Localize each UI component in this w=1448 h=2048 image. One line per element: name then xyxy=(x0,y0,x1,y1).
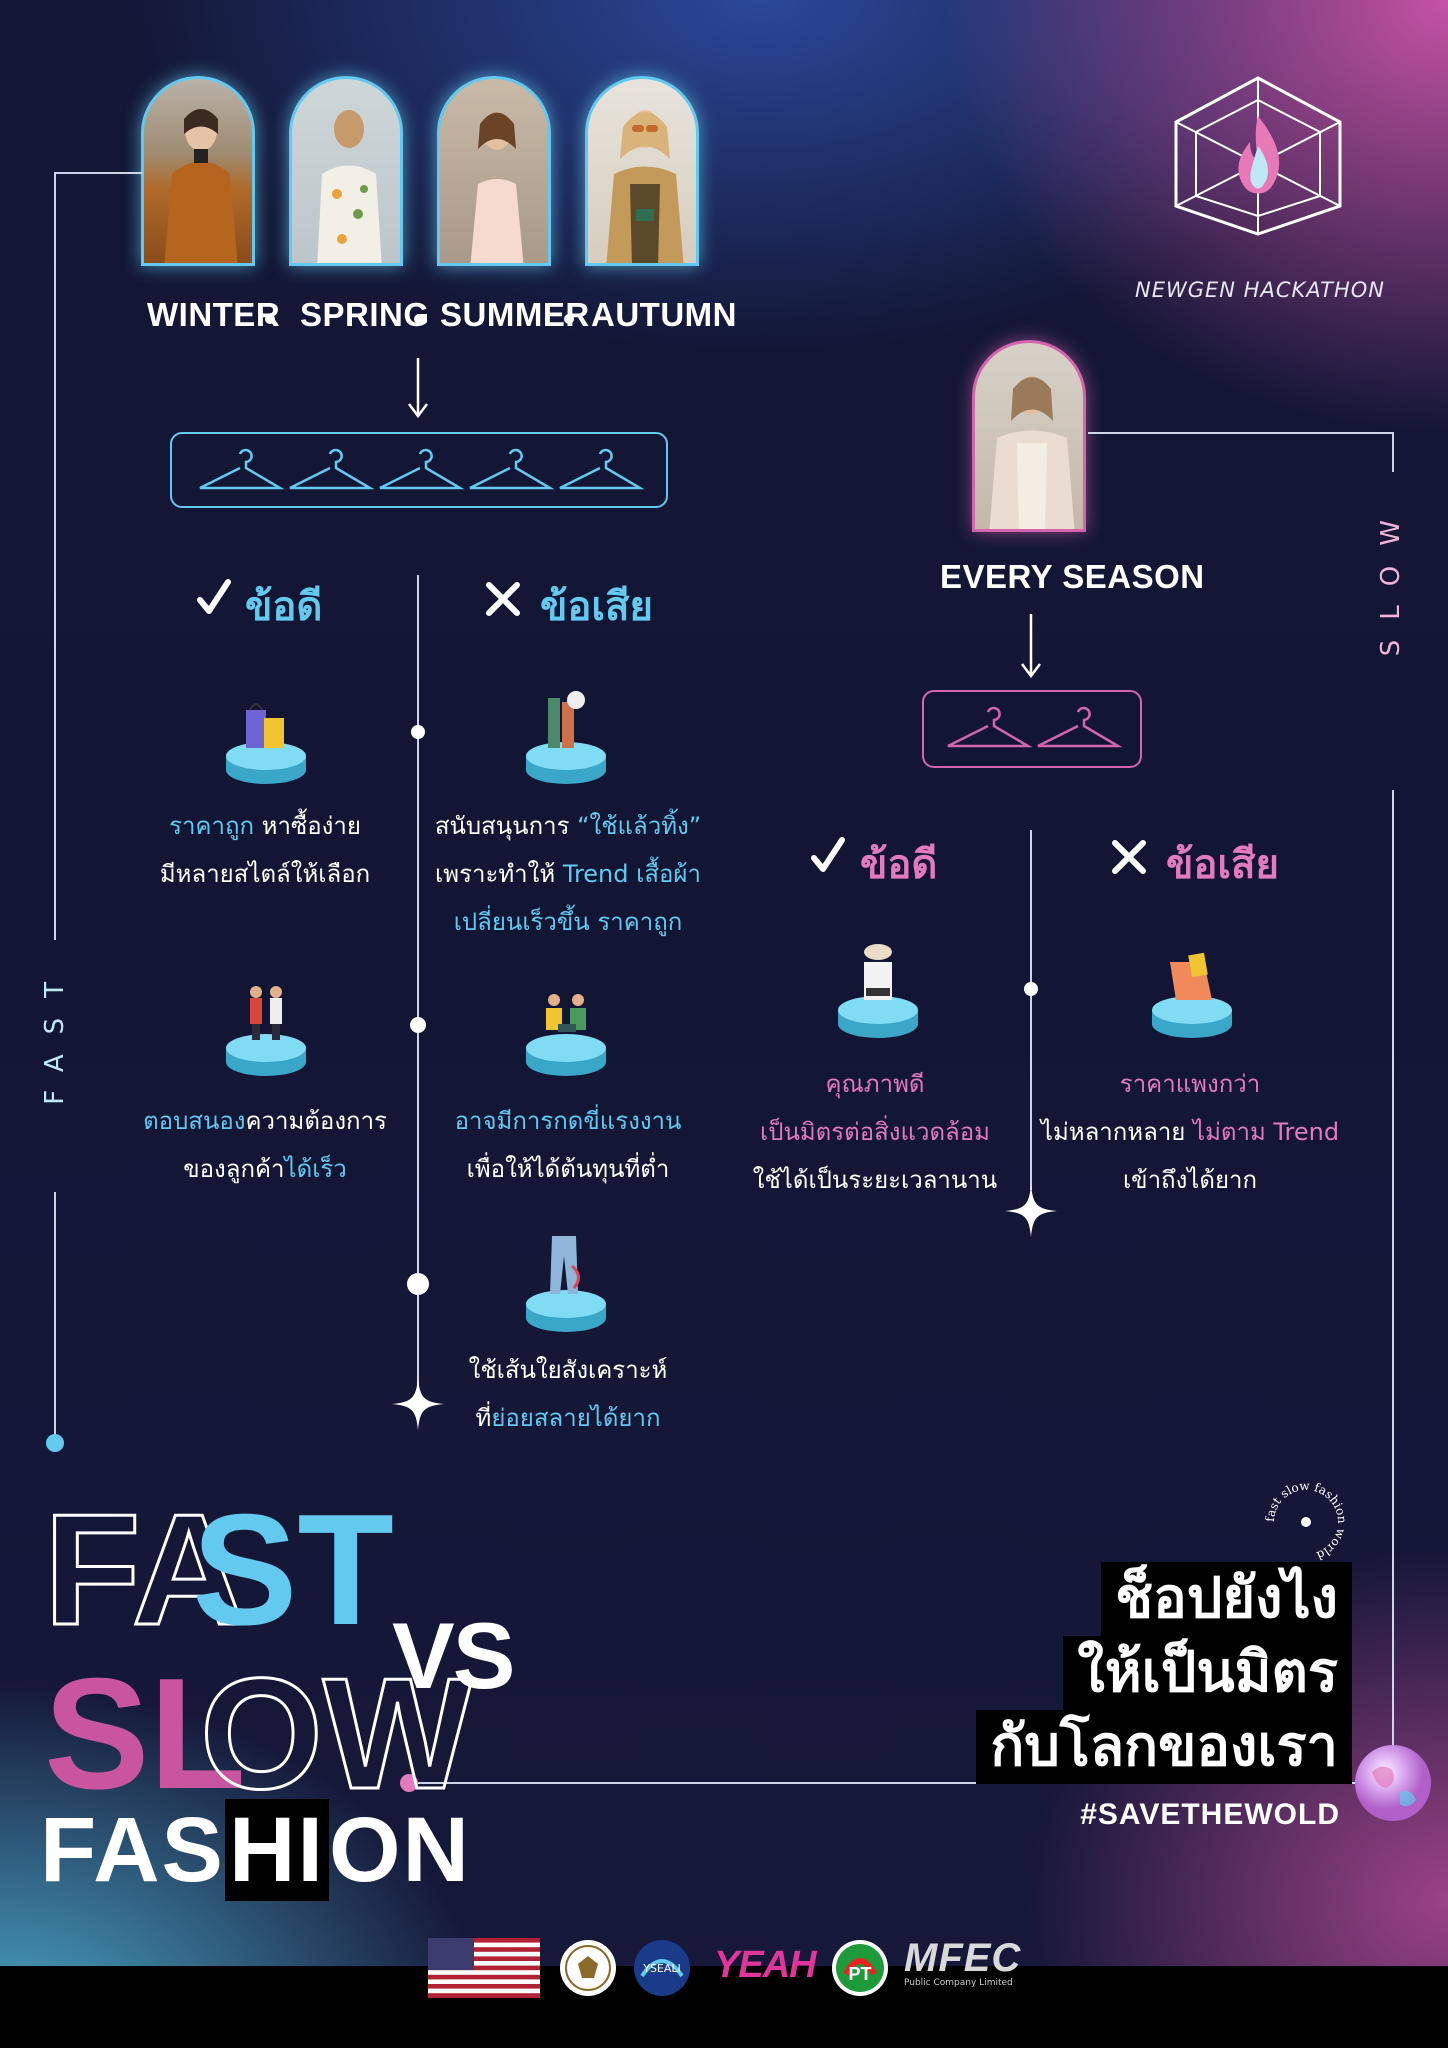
spring-photo xyxy=(289,76,403,266)
season-winter: WINTER xyxy=(147,296,281,333)
svg-text:PT: PT xyxy=(848,1964,871,1984)
hanger-icon xyxy=(947,706,1123,748)
title-fast-fill: ST xyxy=(192,1482,394,1658)
title-vs: VS xyxy=(392,1603,515,1708)
clothing-rack-slow xyxy=(922,690,1142,768)
fast-frame-left xyxy=(54,172,56,940)
fast-pro-2: ตอบสนองความต้องการ ของลูกค้าได้เร็ว xyxy=(143,1107,387,1183)
slow-frame-right xyxy=(1392,432,1394,472)
clothing-rack-fast xyxy=(170,432,668,508)
winter-photo xyxy=(141,76,255,266)
timeline-node xyxy=(411,725,425,739)
arrow-down-icon xyxy=(408,358,428,419)
quality-clothes-icon xyxy=(838,944,918,1038)
hashtag: #SAVETHEWOLD xyxy=(1080,1798,1340,1831)
price-tag-icon xyxy=(1152,952,1232,1038)
circular-stamp: fast slow fashion world xyxy=(1263,1479,1349,1563)
slow-cons-title: ข้อเสีย xyxy=(1166,842,1279,888)
us-flag-icon xyxy=(428,1938,540,1998)
title-fashion: FASHION xyxy=(40,1799,471,1901)
shopping-bags-icon xyxy=(226,703,306,784)
pt-logo-icon: PT xyxy=(832,1940,888,1996)
workers-icon xyxy=(526,994,606,1076)
fast-frame-end xyxy=(46,1434,64,1452)
fast-frame-left xyxy=(54,1192,56,1436)
slow-cons: ราคาแพงกว่า ไม่หลากหลาย ไม่ตาม Trend เข้… xyxy=(1040,1070,1340,1194)
every-season-label: EVERY SEASON xyxy=(940,558,1205,595)
slow-pros: คุณภาพดี เป็นมิตรต่อสิ่งแวดล้อม ใช้ได้เป… xyxy=(752,1070,998,1194)
cta-text: ช็อปยังไง ให้เป็นมิตร กับโลกของเรา xyxy=(976,1562,1352,1784)
clothes-rack-icon xyxy=(526,691,606,784)
fast-con-3: ใช้เส้นใยสังเคราะห์ ที่ย่อยสลายได้ยาก xyxy=(468,1356,668,1432)
timeline-node xyxy=(1024,982,1038,996)
autumn-photo xyxy=(585,76,699,266)
fast-cons-title: ข้อเสีย xyxy=(540,584,653,630)
fast-con-1: สนับสนุนการ “ใช้แล้วทิ้ง” เพราะทำให้ Tre… xyxy=(434,812,702,936)
fast-timeline xyxy=(417,575,419,1385)
hanger-icon xyxy=(199,448,645,490)
fast-pro-1: ราคาถูก หาซื้อง่าย มีหลายสไตล์ให้เลือก xyxy=(159,812,371,888)
check-icon xyxy=(811,837,845,872)
fast-con-2: อาจมีการกดขี่แรงงาน เพื่อให้ได้ต้นทุนที่… xyxy=(454,1107,682,1183)
fast-frame-top xyxy=(54,172,142,174)
season-separator xyxy=(564,314,574,324)
slow-pros-title: ข้อดี xyxy=(860,842,938,888)
timeline-node xyxy=(407,1273,429,1295)
slow-frame-top xyxy=(1088,432,1394,434)
embassy-seal-icon xyxy=(560,1940,616,1996)
cross-icon xyxy=(1112,840,1146,874)
check-icon xyxy=(197,579,231,614)
season-separator xyxy=(414,314,424,324)
jeans-icon xyxy=(526,1236,606,1332)
slow-frame-right xyxy=(1392,790,1394,1750)
fast-side-label: FAST xyxy=(40,962,70,1105)
yeah-logo: YEAH xyxy=(714,1944,817,1986)
slow-timeline xyxy=(1030,830,1032,1190)
mfec-logo: MFEC Public Company Limited xyxy=(904,1936,1022,1988)
svg-text:YSEALI: YSEALI xyxy=(642,1962,681,1975)
season-autumn: AUTUMN xyxy=(591,296,737,333)
fast-pros-title: ข้อดี xyxy=(245,584,323,630)
customers-icon xyxy=(226,986,306,1076)
timeline-node xyxy=(410,1017,426,1033)
season-separator xyxy=(265,314,275,324)
season-spring: SPRING xyxy=(300,296,430,333)
newgen-logo-icon xyxy=(1174,76,1342,236)
every-season-photo xyxy=(972,340,1086,532)
infographic: { "fast": { "seasons": ["WINTER", "SPRIN… xyxy=(0,0,1448,2048)
globe-icon xyxy=(1355,1745,1431,1821)
cross-icon xyxy=(486,582,520,616)
arrow-down-icon xyxy=(1021,614,1041,679)
yseali-logo-icon: YSEALI xyxy=(634,1940,690,1996)
brand-name: NEWGEN HACKATHON xyxy=(1135,278,1385,302)
slow-side-label: SLOW xyxy=(1376,500,1406,657)
summer-photo xyxy=(437,76,551,266)
